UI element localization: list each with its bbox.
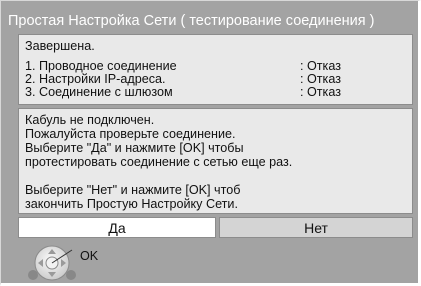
ok-hint-label: OK <box>80 249 99 263</box>
status-text: Завершена. <box>25 39 95 53</box>
result-label: 3. Соединение с шлюзом <box>25 85 173 99</box>
message-line: Пожалуйста проверьте соединение. <box>25 127 236 141</box>
result-value: : Отказ <box>300 85 341 99</box>
message-line: протестировать соединение с сетью еще ра… <box>25 155 293 169</box>
status-panel: Завершена. 1. Проводное соединение : Отк… <box>18 34 413 105</box>
dialog-title: Простая Настройка Сети ( тестирование со… <box>8 13 375 29</box>
result-label: 2. Настройки IP-адреса. <box>25 72 166 86</box>
message-line-blank <box>25 169 406 183</box>
message-line: закончить Простую Настройку Сети. <box>25 197 238 211</box>
network-setup-dialog: Простая Настройка Сети ( тестирование со… <box>0 0 421 286</box>
result-value: : Отказ <box>300 72 341 86</box>
result-row-ip: 2. Настройки IP-адреса. : Отказ <box>25 72 406 86</box>
result-value: : Отказ <box>300 59 341 73</box>
result-label: 1. Проводное соединение <box>25 59 177 73</box>
result-row-gateway: 3. Соединение с шлюзом : Отказ <box>25 85 406 99</box>
message-line: Кабуль не подключен. <box>25 113 155 127</box>
message-panel: Кабуль не подключен. Пожалуйста проверьт… <box>18 108 413 214</box>
message-line: Выберите "Нет" и нажмите [OK] чтоб <box>25 183 241 197</box>
yes-button[interactable]: Да <box>18 217 216 238</box>
result-row-wired: 1. Проводное соединение : Отказ <box>25 59 406 73</box>
message-line: Выберите "Да" и нажмите [OK] чтобы <box>25 141 244 155</box>
no-button[interactable]: Нет <box>219 217 413 238</box>
remote-dpad-icon <box>27 245 77 281</box>
